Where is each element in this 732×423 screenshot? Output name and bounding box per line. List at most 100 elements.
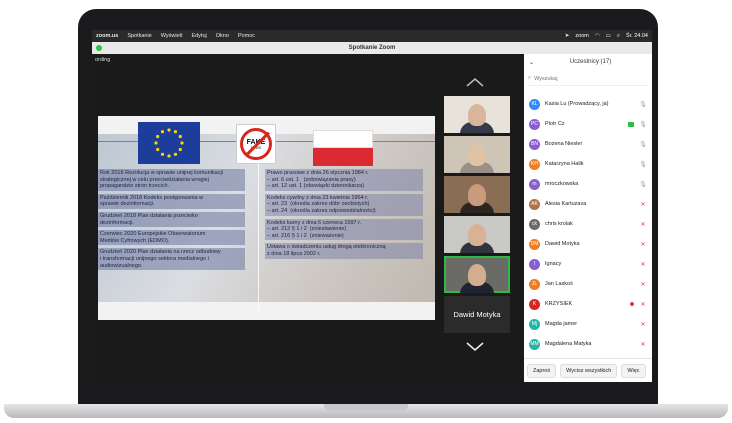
microphone-muted-icon[interactable]: ✕ <box>639 341 647 348</box>
participant-name: Piotr Cz <box>545 121 565 127</box>
camera-on-icon <box>628 121 634 127</box>
microphone-icon[interactable]: 🎙︎ <box>639 121 647 128</box>
eu-stars-icon <box>154 128 184 158</box>
recording-dot-icon <box>630 302 634 306</box>
news-label: NEWS <box>250 145 262 150</box>
slide-text-line: – art. 23 (określa zakres dóbr osobistyc… <box>267 201 370 208</box>
participant-name: chris krolak <box>545 221 573 227</box>
avatar: JL <box>529 278 540 290</box>
participant-row[interactable]: BN Bożena Niesler 🎙︎ <box>524 134 652 154</box>
avatar: PC <box>529 118 540 130</box>
participant-name: Katarzyna Halik <box>545 161 584 167</box>
video-tile[interactable] <box>444 96 510 133</box>
more-button[interactable]: Więc <box>621 363 646 378</box>
menu-item-pomoc[interactable]: Pomoc <box>238 33 255 39</box>
wifi-icon[interactable]: ◠ <box>595 33 600 39</box>
avatar: KH <box>529 158 540 170</box>
location-arrow-icon: ➤ <box>564 33 570 39</box>
microphone-muted-icon[interactable]: ✕ <box>639 321 647 328</box>
participant-row[interactable]: MM Magdalena Matyka ✕ <box>524 334 652 354</box>
laptop-screen: zoom.us Spotkanie Wyświetl Edytuj Okno P… <box>92 30 652 382</box>
participant-row[interactable]: JL Jan Laskoś ✕ <box>524 274 652 294</box>
video-tile[interactable] <box>444 176 510 213</box>
microphone-muted-icon[interactable]: ✕ <box>639 221 647 228</box>
participant-name: Kasia Lu (Prowadzący, ja) <box>545 101 609 107</box>
microphone-muted-icon[interactable]: ✕ <box>639 201 647 208</box>
microphone-icon[interactable]: 🎙︎ <box>639 101 647 108</box>
participant-row[interactable]: ck chris krolak ✕ <box>524 214 652 234</box>
avatar: Mj <box>529 318 540 330</box>
slide-text-block: Październik 2018 Kodeks postępowania w sp… <box>98 193 245 209</box>
invite-button[interactable]: Zaproś <box>527 363 557 378</box>
avatar: DM <box>529 238 540 250</box>
zoom-status-label[interactable]: zoom <box>575 33 588 39</box>
window-title: Spotkanie Zoom <box>348 45 396 51</box>
participant-name: Magda jamer <box>545 321 578 327</box>
participants-header: ⌄ Uczestnicy (17) <box>524 54 652 70</box>
menu-item-edytuj[interactable]: Edytuj <box>191 33 206 39</box>
participant-row[interactable]: K KRZYSIEK ✕ <box>524 294 652 314</box>
slide-text-line: Kodeks karny z dnia 6 czerwca 1997 r. <box>267 219 362 226</box>
avatar: MM <box>529 338 540 350</box>
slide-text-block: Prawo prasowe z dnia 26 stycznia 1984 r.… <box>265 169 423 191</box>
participant-row[interactable]: AK Alesia Kartuzava ✕ <box>524 194 652 214</box>
slide-text-line: audiowizualnego. <box>100 262 143 269</box>
microphone-icon[interactable]: 🎙︎ <box>639 181 647 188</box>
gallery-scroll-down-icon[interactable] <box>465 340 485 352</box>
slide-text-line: strategicznej w celu przeciwdziałania wr… <box>100 176 209 183</box>
microphone-icon[interactable]: 🎙︎ <box>639 161 647 168</box>
slide-divider <box>258 161 259 311</box>
slide-text-block: Ustawa o świadczeniu usług drogą elektro… <box>265 243 423 259</box>
video-tile-name-only[interactable]: Dawid Motyka <box>444 296 510 333</box>
microphone-icon[interactable]: 🎙︎ <box>639 141 647 148</box>
window-zoom-dot[interactable] <box>96 45 102 51</box>
slide-text-line: dezinformacji. <box>100 219 134 226</box>
video-tile[interactable] <box>444 136 510 173</box>
menu-status-area: ➤ zoom ◠ ▭ ⌕ Śr. 24.04 <box>565 33 648 40</box>
menu-item-wyswietl[interactable]: Wyświetl <box>161 33 183 39</box>
menu-app-name[interactable]: zoom.us <box>96 33 118 39</box>
microphone-muted-icon[interactable]: ✕ <box>639 301 647 308</box>
battery-icon[interactable]: ▭ <box>606 33 611 39</box>
participant-name: KRZYSIEK <box>545 301 573 307</box>
participants-search[interactable]: ⌕ <box>528 72 648 86</box>
microphone-muted-icon[interactable]: ✕ <box>639 241 647 248</box>
search-input[interactable] <box>534 75 635 82</box>
participant-row[interactable]: KH Katarzyna Halik 🎙︎ <box>524 154 652 174</box>
polish-law-column: Prawo prasowe z dnia 26 stycznia 1984 r.… <box>265 169 423 259</box>
menu-item-okno[interactable]: Okno <box>216 33 229 39</box>
mute-all-button[interactable]: Wycisz wszystkich <box>560 363 618 378</box>
slide-text-line: – art. 216 § 1 i 2 (znieważenie) <box>267 232 344 239</box>
participant-name: Jan Laskoś <box>545 281 573 287</box>
menu-item-spotkanie[interactable]: Spotkanie <box>127 33 151 39</box>
participants-panel: ⌄ Uczestnicy (17) ⌕ KL Kasia Lu (Prowadzą… <box>524 54 652 382</box>
video-tile[interactable] <box>444 216 510 253</box>
participant-row[interactable]: KL Kasia Lu (Prowadzący, ja) 🎙︎ <box>524 94 652 114</box>
poland-flag <box>313 130 373 166</box>
gallery-scroll-up-icon[interactable] <box>465 76 485 88</box>
search-spotlight-icon[interactable]: ⌕ <box>617 33 620 40</box>
avatar: BN <box>529 138 540 150</box>
menu-clock[interactable]: Śr. 24.04 <box>626 33 648 39</box>
slide-text-line: Czerwiec 2020 Europejskie Obserwatorium <box>100 231 206 238</box>
fake-news-icon: FAKE NEWS <box>236 124 276 164</box>
avatar: I <box>529 258 540 270</box>
participant-name: Magdalena Matyka <box>545 341 592 347</box>
eu-flag <box>138 122 200 164</box>
mac-menu-bar: zoom.us Spotkanie Wyświetl Edytuj Okno P… <box>92 30 652 42</box>
participant-name: Ignacy <box>545 261 562 267</box>
slide-text-line: Mediów Cyfrowych (EDMO). <box>100 237 170 244</box>
video-tile-active-speaker[interactable] <box>444 256 510 293</box>
slide-text-line: Ustawa o świadczeniu usług drogą elektro… <box>267 244 386 251</box>
participant-row[interactable]: Mj Magda jamer ✕ <box>524 314 652 334</box>
avatar: m <box>529 178 540 190</box>
participant-row[interactable]: DM Dawid Motyka ✕ <box>524 234 652 254</box>
slide-text-line: Grudzień 2020 Plan działania na rzecz od… <box>100 249 221 256</box>
participant-row[interactable]: m mroczkowska 🎙︎ <box>524 174 652 194</box>
participant-row[interactable]: PC Piotr Cz 🎙︎ <box>524 114 652 134</box>
microphone-muted-icon[interactable]: ✕ <box>639 281 647 288</box>
participant-row[interactable]: I Ignacy ✕ <box>524 254 652 274</box>
slide-text-line: Kodeks cywilny z dnia 23 kwietnia 1964 r… <box>267 194 369 201</box>
microphone-muted-icon[interactable]: ✕ <box>639 261 647 268</box>
slide-text-line: Październik 2018 Kodeks postępowania w <box>100 194 204 201</box>
